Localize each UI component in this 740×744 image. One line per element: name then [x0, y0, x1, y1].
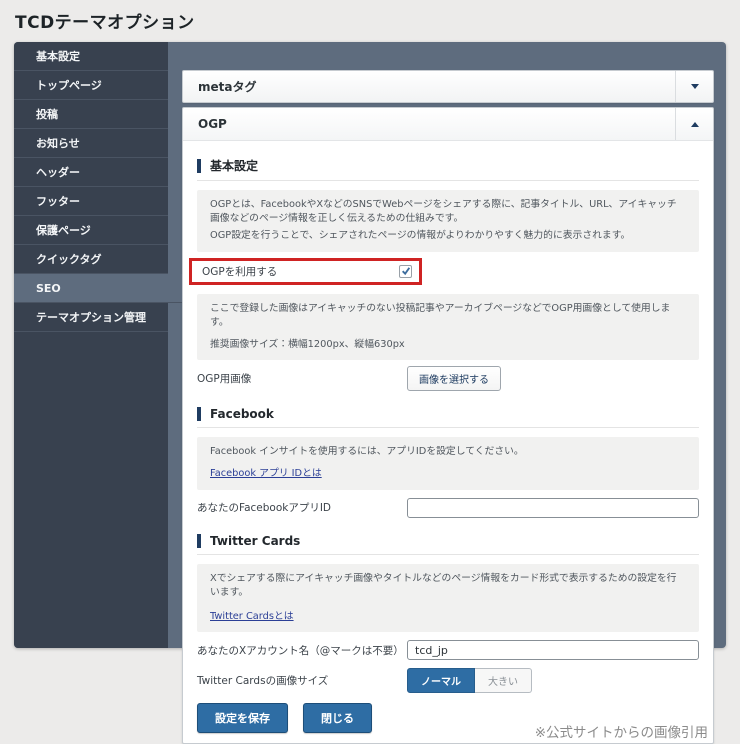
divider: [197, 180, 699, 181]
ogp-image-note-line2: 推奨画像サイズ：横幅1200px、縦幅630px: [210, 339, 405, 351]
ogp-description-line1: OGPとは、FacebookやXなどのSNSでWebページをシェアする際に、記事…: [210, 199, 677, 225]
twitter-description-box: Xでシェアする際にアイキャッチ画像やタイトルなどのページ情報をカード形式で表示す…: [197, 563, 699, 633]
accordion-meta-tag-label: metaタグ: [198, 80, 257, 94]
section-heading-basic: 基本設定: [197, 157, 699, 174]
close-button[interactable]: 閉じる: [303, 703, 372, 734]
sidebar-item-footer[interactable]: フッター: [14, 187, 168, 216]
ogp-description-box: OGPとは、FacebookやXなどのSNSでWebページをシェアする際に、記事…: [197, 190, 699, 252]
accordion-ogp-label: OGP: [198, 117, 227, 131]
ogp-description-line2: OGP設定を行うことで、シェアされたページの情報がよりわかりやすく魅力的に表示さ…: [210, 230, 631, 242]
sidebar: 基本設定 トップページ 投稿 お知らせ ヘッダー フッター 保護ページ クイック…: [14, 42, 182, 648]
save-settings-button[interactable]: 設定を保存: [197, 703, 288, 734]
facebook-app-id-link[interactable]: Facebook アプリ IDとは: [210, 468, 322, 479]
ogp-section-card: OGP 基本設定 OGPとは、FacebookやXなどのSNSでWebページをシ…: [182, 107, 714, 744]
section-heading-facebook: Facebook: [197, 407, 699, 422]
heading-accent-bar: [197, 533, 201, 548]
twitter-cards-link[interactable]: Twitter Cardsとは: [210, 611, 294, 622]
size-option-normal[interactable]: ノーマル: [407, 668, 475, 694]
use-ogp-checkbox[interactable]: [399, 264, 412, 278]
sidebar-item-posts[interactable]: 投稿: [14, 100, 168, 129]
sidebar-item-seo[interactable]: SEO: [14, 274, 182, 303]
x-account-row: あなたのXアカウント名（@マークは不要）: [197, 640, 699, 661]
twitter-description: Xでシェアする際にアイキャッチ画像やタイトルなどのページ情報をカード形式で表示す…: [210, 572, 677, 598]
sidebar-item-protected-page[interactable]: 保護ページ: [14, 216, 168, 245]
card-image-size-label: Twitter Cardsの画像サイズ: [197, 675, 329, 688]
facebook-app-id-label: あなたのFacebookアプリID: [197, 502, 332, 515]
checkmark-icon: [401, 267, 410, 276]
size-option-large[interactable]: 大きい: [475, 668, 532, 694]
facebook-description-box: Facebook インサイトを使用するには、アプリIDを設定してください。 Fa…: [197, 437, 699, 490]
sidebar-item-top-page[interactable]: トップページ: [14, 71, 168, 100]
chevron-up-icon[interactable]: [675, 108, 713, 140]
ogp-image-note-line1: ここで登録した画像はアイキャッチのない投稿記事やアーカイブページなどでOGP用画…: [210, 302, 671, 328]
divider: [197, 427, 699, 429]
select-image-button[interactable]: 画像を選択する: [407, 366, 501, 392]
page-title: TCDテーマオプション: [15, 13, 195, 33]
facebook-description: Facebook インサイトを使用するには、アプリIDを設定してください。: [210, 446, 524, 458]
x-account-input[interactable]: [407, 640, 699, 661]
image-size-toggle: ノーマル 大きい: [407, 668, 532, 694]
ogp-image-label: OGP用画像: [197, 373, 252, 386]
accordion-meta-tag[interactable]: metaタグ: [182, 70, 714, 103]
ogp-image-row: OGP用画像 画像を選択する: [197, 366, 699, 392]
theme-options-panel: 基本設定 トップページ 投稿 お知らせ ヘッダー フッター 保護ページ クイック…: [14, 42, 726, 744]
section-heading-twitter-cards: Twitter Cards: [197, 533, 699, 548]
chevron-down-icon[interactable]: [675, 71, 713, 102]
card-image-size-row: Twitter Cardsの画像サイズ ノーマル 大きい: [197, 668, 699, 694]
sidebar-item-quick-tags[interactable]: クイックタグ: [14, 245, 168, 274]
facebook-app-id-row: あなたのFacebookアプリID: [197, 497, 699, 518]
x-account-label: あなたのXアカウント名（@マークは不要）: [197, 644, 404, 657]
section-heading-facebook-label: Facebook: [210, 407, 274, 422]
section-heading-twitter-cards-label: Twitter Cards: [210, 533, 301, 548]
sidebar-item-news[interactable]: お知らせ: [14, 129, 168, 158]
main-content: metaタグ OGP 基本設定 OGPとは、FacebookやXなどのSNSでW…: [168, 42, 730, 744]
use-ogp-label: OGPを利用する: [202, 265, 278, 278]
use-ogp-annotation-box: OGPを利用する: [189, 257, 422, 285]
sidebar-item-basic-settings[interactable]: 基本設定: [14, 42, 168, 71]
divider: [197, 553, 699, 555]
sidebar-item-header[interactable]: ヘッダー: [14, 158, 168, 187]
accordion-ogp[interactable]: OGP: [183, 108, 713, 141]
heading-accent-bar: [197, 407, 201, 422]
section-heading-basic-label: 基本設定: [210, 159, 259, 173]
image-citation-note: ※公式サイトからの画像引用: [534, 725, 708, 742]
sidebar-item-theme-option-manage[interactable]: テーマオプション管理: [14, 303, 168, 332]
ogp-image-note-box: ここで登録した画像はアイキャッチのない投稿記事やアーカイブページなどでOGP用画…: [197, 293, 699, 361]
ogp-panel-body: 基本設定 OGPとは、FacebookやXなどのSNSでWebページをシェアする…: [183, 141, 713, 743]
heading-accent-bar: [197, 158, 201, 173]
facebook-app-id-input[interactable]: [407, 497, 699, 518]
